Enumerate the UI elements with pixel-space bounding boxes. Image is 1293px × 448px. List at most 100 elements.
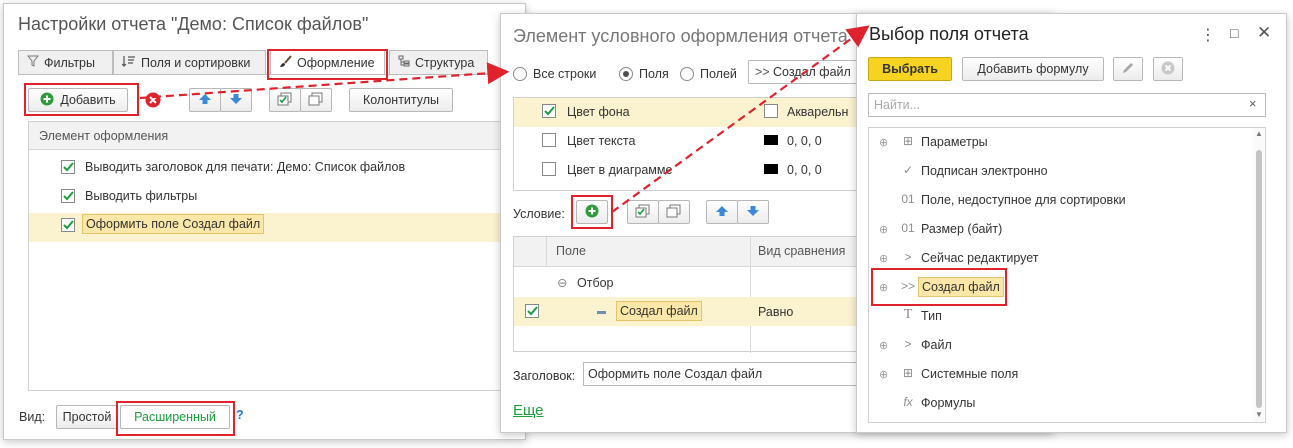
radio-fields-label: Поля (639, 67, 669, 81)
view-simple-button[interactable]: Простой (56, 405, 118, 429)
color-swatch-black (764, 164, 778, 174)
tree-row-file[interactable]: ⊕ > Файл (869, 331, 1265, 360)
uncheck-all-icon (308, 92, 324, 109)
tab-appearance-label: Оформление (297, 55, 375, 70)
clear-search-icon[interactable]: × (1249, 97, 1256, 111)
expand-icon[interactable]: ⊕ (879, 339, 888, 352)
select-button[interactable]: Выбрать (868, 57, 952, 81)
fields-value-box[interactable]: >> Создал файл (748, 60, 868, 84)
item-checkbox-format-field[interactable] (61, 218, 75, 232)
close-icon[interactable]: ✕ (1257, 23, 1271, 43)
tree-row-size[interactable]: ⊕ 01 Размер (байт) (869, 215, 1265, 244)
view-extended-button[interactable]: Расширенный (120, 405, 230, 429)
expand-icon[interactable]: ⊕ (879, 223, 888, 236)
field-window-title: Выбор поля отчета (869, 24, 1029, 44)
check-all-button[interactable] (269, 88, 301, 112)
add-circle-icon (40, 92, 54, 109)
filter-field-selected[interactable]: Создал файл (616, 301, 702, 321)
check-all-icon (635, 204, 651, 221)
tab-fields-sort[interactable]: Поля и сортировки (113, 50, 266, 74)
tree-row-type[interactable]: T Тип (869, 302, 1265, 331)
property-checkbox-chart-color[interactable] (542, 162, 556, 176)
reference-icon: > (904, 250, 912, 264)
tab-structure-label: Структура (415, 55, 475, 70)
tab-filters[interactable]: Фильтры (18, 50, 113, 74)
tree-row-signed[interactable]: ✓ Подписан электронно (869, 157, 1265, 186)
uncheck-all-icon (666, 204, 682, 221)
check-all-button[interactable] (627, 200, 659, 224)
expand-icon[interactable]: ⊕ (879, 281, 888, 294)
expand-icon[interactable]: ⊕ (879, 136, 888, 149)
number-icon: 01 (901, 221, 915, 235)
heading-input[interactable]: Оформить поле Создал файл (583, 362, 873, 386)
tab-filters-label: Фильтры (44, 55, 95, 70)
uncheck-all-button[interactable] (300, 88, 332, 112)
more-actions-icon[interactable]: ⋮ (1200, 25, 1216, 45)
property-checkbox-background-color[interactable] (542, 104, 556, 118)
expand-icon[interactable]: ⊕ (879, 252, 888, 265)
text-icon: T (903, 307, 913, 322)
add-button[interactable]: Добавить (28, 88, 128, 112)
tab-structure[interactable]: Структура (389, 50, 488, 74)
add-button-label: Добавить (60, 93, 116, 107)
tree-row-editing-now[interactable]: ⊕ > Сейчас редактирует (869, 244, 1265, 273)
move-up-button[interactable] (189, 88, 221, 112)
move-down-button[interactable] (737, 200, 769, 224)
scroll-down-icon[interactable]: ▼ (1255, 410, 1263, 419)
expand-icon[interactable]: ⊕ (879, 368, 888, 381)
property-label: Цвет в диаграмме (567, 163, 673, 177)
property-value-checkbox[interactable] (764, 104, 778, 118)
tree-item-label: Формулы (921, 396, 976, 410)
add-formula-button[interactable]: Добавить формулу (962, 57, 1104, 81)
search-field[interactable]: Найти... × (868, 93, 1266, 117)
radio-fields[interactable] (619, 67, 633, 81)
tree-row-unsortable-field[interactable]: 01 Поле, недоступное для сортировки (869, 186, 1265, 215)
collapse-icon[interactable]: ⊖ (557, 275, 567, 290)
radio-fields-plural[interactable] (680, 67, 694, 81)
edit-button[interactable] (1113, 57, 1143, 81)
radio-all-rows[interactable] (513, 67, 527, 81)
delete-icon (1161, 61, 1175, 78)
tree-row-system-fields[interactable]: ⊕ ⊞ Системные поля (869, 360, 1265, 389)
appearance-item-label-selected[interactable]: Оформить поле Создал файл (82, 214, 265, 234)
property-label: Цвет текста (567, 134, 636, 148)
appearance-item-label: Выводить заголовок для печати: Демо: Спи… (85, 160, 406, 174)
tabs-baseline (18, 74, 513, 75)
filter-row-checkbox[interactable] (525, 304, 539, 318)
heading-label: Заголовок: (513, 369, 576, 383)
item-checkbox-print-header[interactable] (61, 160, 75, 174)
column-divider (750, 237, 751, 353)
tree-item-label: Тип (921, 309, 942, 323)
headers-footers-button[interactable]: Колонтитулы (349, 88, 453, 112)
arrow-up-icon (715, 205, 729, 220)
tree-item-label: Подписан электронно (921, 164, 1048, 178)
tab-appearance[interactable]: Оформление (270, 50, 385, 74)
tab-fields-sort-label: Поля и сортировки (141, 55, 251, 70)
settings-window-title: Настройки отчета "Демо: Список файлов" (18, 14, 369, 34)
filter-icon (26, 55, 40, 70)
uncheck-all-button[interactable] (658, 200, 690, 224)
tree-item-label: Сейчас редактирует (921, 251, 1039, 265)
grid-icon: ⊞ (902, 366, 914, 380)
move-down-button[interactable] (220, 88, 252, 112)
add-condition-button[interactable] (576, 200, 608, 224)
scrollbar-thumb[interactable] (1256, 150, 1262, 408)
tree-row-parameters[interactable]: ⊕ ⊞ Параметры (869, 128, 1265, 157)
help-link[interactable]: ? (236, 408, 244, 422)
delete-button[interactable] (1153, 57, 1183, 81)
item-checkbox-show-filters[interactable] (61, 189, 75, 203)
more-link[interactable]: Еще (513, 402, 544, 419)
appearance-item-label: Выводить фильтры (85, 189, 198, 203)
move-up-button[interactable] (706, 200, 738, 224)
scrollbar[interactable]: ▲ ▼ (1253, 128, 1265, 422)
fields-value-text: Создал файл (773, 65, 851, 79)
tree-row-created-file[interactable]: ⊕ >> Создал файл (869, 273, 1265, 302)
tree-item-label-selected: Создал файл (918, 277, 1004, 297)
scroll-up-icon[interactable]: ▲ (1255, 129, 1263, 138)
tree-row-formulas[interactable]: fx Формулы (869, 389, 1265, 418)
filter-group-label: Отбор (577, 276, 614, 290)
maximize-icon[interactable]: □ (1230, 25, 1238, 41)
delete-icon[interactable] (144, 91, 162, 109)
property-checkbox-text-color[interactable] (542, 133, 556, 147)
column-divider (546, 237, 547, 267)
